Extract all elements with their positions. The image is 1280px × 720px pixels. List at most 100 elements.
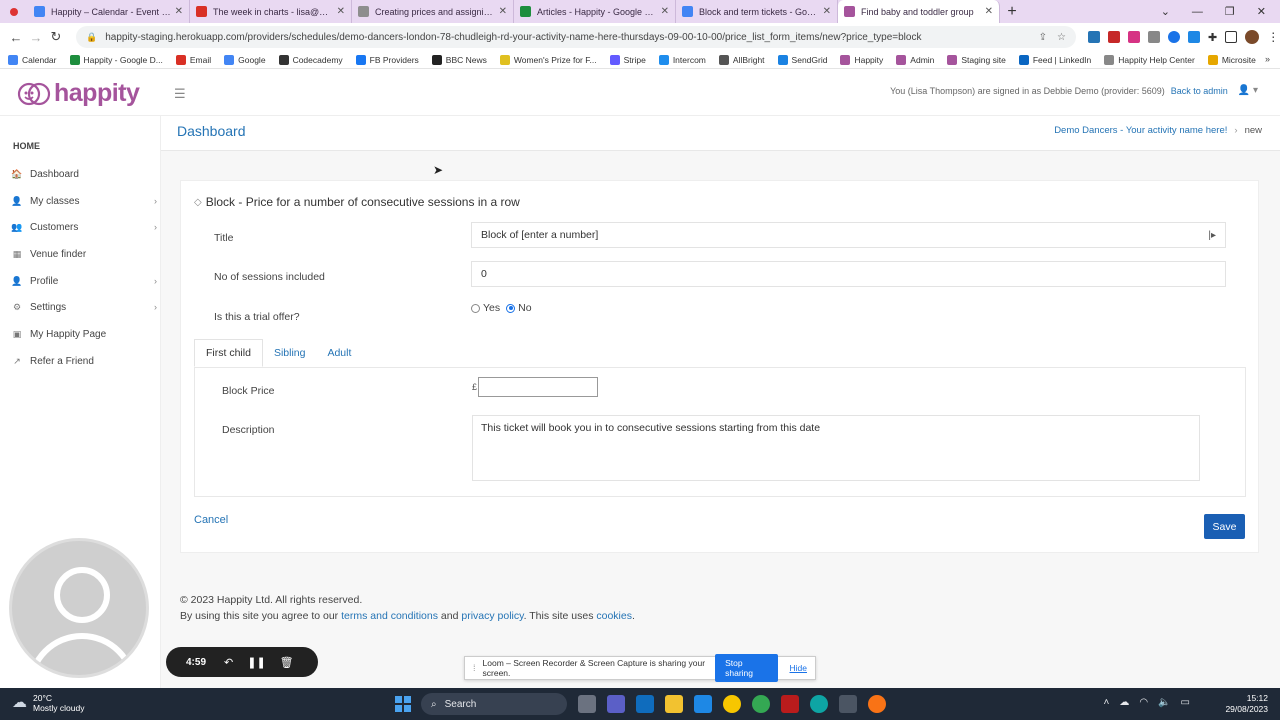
- title-input[interactable]: Block of [enter a number] |▸: [471, 222, 1226, 248]
- breadcrumb-activity-link[interactable]: Demo Dancers - Your activity name here!: [1054, 125, 1227, 136]
- sidebar-item-customers[interactable]: 👥 Customers ›: [11, 218, 157, 236]
- drag-handle-icon[interactable]: ⁞: [473, 663, 476, 673]
- sidebar-item-settings[interactable]: ⚙ Settings ›: [12, 298, 157, 316]
- url-omnibox[interactable]: 🔒 happity-staging.herokuapp.com/provider…: [76, 26, 1076, 48]
- sidebar-item-venue-finder[interactable]: ▦ Venue finder: [12, 245, 157, 263]
- profile-avatar[interactable]: [1245, 30, 1260, 44]
- privacy-link[interactable]: privacy policy: [461, 610, 523, 622]
- windows-start-icon[interactable]: [395, 696, 411, 712]
- taskbar-clock[interactable]: 15:12 29/08/2023: [1225, 693, 1268, 715]
- bookmark-item[interactable]: Happity: [840, 54, 883, 65]
- minimize-button[interactable]: —: [1192, 6, 1203, 18]
- onedrive-icon[interactable]: ☁: [1119, 697, 1129, 708]
- tab-first-child[interactable]: First child: [194, 339, 263, 367]
- restart-icon[interactable]: ↶: [224, 656, 233, 669]
- hamburger-menu-icon[interactable]: ☰: [174, 86, 186, 102]
- cancel-link[interactable]: Cancel: [194, 514, 228, 526]
- volume-icon[interactable]: 🔈: [1158, 697, 1170, 708]
- tab-adult[interactable]: Adult: [316, 339, 362, 367]
- save-button[interactable]: Save: [1204, 514, 1245, 539]
- close-tab-icon[interactable]: ✕: [337, 6, 345, 17]
- bookmark-item[interactable]: Stripe: [609, 54, 646, 65]
- close-tab-icon[interactable]: ✕: [661, 6, 669, 17]
- browser-tab[interactable]: Articles - Happity - Google Drive ✕: [514, 0, 676, 23]
- bookmark-item[interactable]: Women's Prize for F...: [499, 54, 597, 65]
- tab-search-icon[interactable]: ⌄: [1161, 5, 1170, 18]
- close-window-button[interactable]: ✕: [1257, 5, 1266, 18]
- sidebar-item-my-happity-page[interactable]: ▣ My Happity Page: [12, 325, 157, 343]
- terms-link[interactable]: terms and conditions: [341, 610, 438, 622]
- battery-icon[interactable]: ▭: [1181, 697, 1190, 708]
- extension-icon[interactable]: [1088, 31, 1100, 43]
- sidebar-item-profile[interactable]: 👤 Profile ›: [11, 272, 157, 290]
- bookmark-item[interactable]: Microsite: [1207, 54, 1256, 65]
- bookmark-item[interactable]: Feed | LinkedIn: [1018, 54, 1091, 65]
- extension-icon[interactable]: [1108, 31, 1120, 43]
- bookmark-item[interactable]: Happity - Google D...: [69, 54, 163, 65]
- restore-button[interactable]: ❐: [1225, 5, 1235, 18]
- new-tab-button[interactable]: +: [1000, 3, 1024, 21]
- wifi-icon[interactable]: ◠: [1139, 697, 1148, 708]
- bookmarks-overflow-icon[interactable]: »: [1265, 54, 1270, 64]
- extension-icon[interactable]: [1168, 31, 1180, 43]
- back-button[interactable]: ←: [6, 30, 26, 45]
- task-view-icon[interactable]: [578, 695, 596, 713]
- sidebar-item-my-classes[interactable]: 👤 My classes ›: [11, 192, 157, 210]
- browser-tab[interactable]: The week in charts - lisa@happit ✕: [190, 0, 352, 23]
- forward-button[interactable]: →: [26, 30, 46, 45]
- description-textarea[interactable]: This ticket will book you in to consecut…: [472, 415, 1200, 481]
- cookies-link[interactable]: cookies: [596, 610, 632, 622]
- tray-chevron-icon[interactable]: ˄: [1104, 697, 1110, 708]
- sidebar-item-refer-a-friend[interactable]: ↗ Refer a Friend: [12, 352, 157, 370]
- close-tab-icon[interactable]: ✕: [985, 6, 993, 17]
- tab-sibling[interactable]: Sibling: [263, 339, 317, 367]
- trial-yes-radio[interactable]: [471, 303, 480, 313]
- hide-sharing-bar-link[interactable]: Hide: [790, 663, 807, 673]
- extension-icon[interactable]: [1128, 31, 1140, 43]
- loom-app-icon[interactable]: [781, 695, 799, 713]
- bookmark-item[interactable]: Codecademy: [278, 54, 343, 65]
- chrome-icon[interactable]: [752, 695, 770, 713]
- loom-camera-bubble[interactable]: [9, 538, 149, 678]
- weather-widget[interactable]: ☁ 20°C Mostly cloudy: [12, 693, 85, 713]
- sessions-input[interactable]: 0: [471, 261, 1226, 287]
- browser-tab[interactable]: Find baby and toddler group ✕: [838, 0, 1000, 23]
- extensions-puzzle-icon[interactable]: ✚: [1208, 31, 1217, 44]
- close-tab-icon[interactable]: ✕: [175, 6, 183, 17]
- menu-kebab-icon[interactable]: ⋮: [1267, 30, 1279, 44]
- norton-icon[interactable]: [723, 695, 741, 713]
- extension-icon[interactable]: [1188, 31, 1200, 43]
- block-price-input[interactable]: [478, 377, 599, 397]
- share-icon[interactable]: ⇪: [1039, 32, 1047, 43]
- extension-icon[interactable]: [1148, 31, 1160, 43]
- firefox-icon[interactable]: [868, 695, 886, 713]
- sidebar-item-dashboard[interactable]: 🏠 Dashboard: [11, 165, 157, 183]
- taskbar-search[interactable]: ⌕ Search: [421, 693, 567, 715]
- bookmark-item[interactable]: Intercom: [658, 54, 706, 65]
- reload-button[interactable]: ↻: [46, 29, 66, 45]
- calculator-icon[interactable]: [839, 695, 857, 713]
- bookmark-item[interactable]: Google: [224, 54, 266, 65]
- bookmark-item[interactable]: Calendar: [8, 54, 57, 65]
- pause-icon[interactable]: ❚❚: [247, 656, 265, 669]
- browser-tab[interactable]: Creating prices and assigning tic ✕: [352, 0, 514, 23]
- teams-icon[interactable]: [607, 695, 625, 713]
- store-icon[interactable]: [694, 695, 712, 713]
- bookmark-item[interactable]: Admin: [896, 54, 934, 65]
- bookmark-item[interactable]: BBC News: [431, 54, 487, 65]
- trial-no-radio[interactable]: [506, 303, 516, 313]
- trash-icon[interactable]: 🗑: [280, 656, 294, 669]
- side-panel-icon[interactable]: [1225, 31, 1238, 43]
- bookmark-item[interactable]: Happity Help Center: [1104, 54, 1195, 65]
- bookmark-star-icon[interactable]: ☆: [1057, 32, 1066, 43]
- happity-logo[interactable]: happity: [17, 79, 140, 108]
- mail-icon[interactable]: [636, 695, 654, 713]
- user-menu-icon[interactable]: 👤 ▾: [1238, 85, 1258, 96]
- back-to-admin-link[interactable]: Back to admin: [1171, 86, 1228, 96]
- file-explorer-icon[interactable]: [665, 695, 683, 713]
- bookmark-item[interactable]: Staging site: [947, 54, 1006, 65]
- bookmark-item[interactable]: AllBright: [718, 54, 765, 65]
- close-tab-icon[interactable]: ✕: [499, 6, 507, 17]
- close-tab-icon[interactable]: ✕: [823, 6, 831, 17]
- bookmark-item[interactable]: SendGrid: [777, 54, 827, 65]
